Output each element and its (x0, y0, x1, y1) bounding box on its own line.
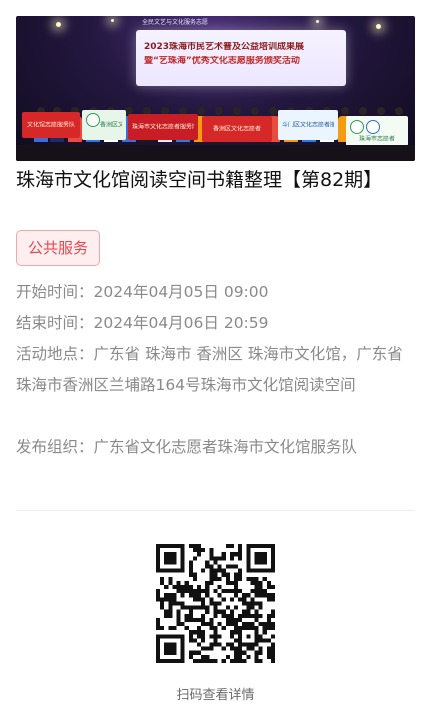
event-card: 全民文艺与文化服务志愿 2023珠海市民艺术普及公益培训成果展 暨“艺珠海”优秀… (0, 0, 431, 722)
start-time: 开始时间：2024年04月05日 09:00 (16, 277, 412, 308)
organizer-value: 广东省文化志愿者珠海市文化馆服务队 (93, 438, 358, 456)
event-title: 珠海市文化馆阅读空间书籍整理【第82期】 (16, 169, 383, 191)
qr-code[interactable] (156, 544, 275, 663)
end-time: 结束时间：2024年04月06日 20:59 (16, 308, 412, 339)
group-banner: 香洲区文化志愿者 (202, 116, 272, 142)
stage-light (376, 24, 381, 29)
screen-caption: 全民文艺与文化服务志愿 (142, 19, 209, 26)
stage-light (316, 20, 319, 23)
end-time-value: 2024年04月06日 20:59 (93, 314, 269, 332)
screen-title: 2023珠海市民艺术普及公益培训成果展 (144, 42, 305, 52)
stage-floor (16, 145, 415, 161)
event-cover-image[interactable]: 全民文艺与文化服务志愿 2023珠海市民艺术普及公益培训成果展 暨“艺珠海”优秀… (16, 16, 415, 161)
end-time-label: 结束时间： (16, 314, 94, 332)
location-label: 活动地点： (16, 345, 94, 363)
qr-code-image (156, 544, 275, 663)
screen-subtitle: 暨“艺珠海”优秀文化志愿服务颁奖活动 (144, 56, 300, 66)
category-tag: 公共服务 (16, 230, 101, 266)
stage-light (111, 19, 114, 22)
qr-caption: 扫码查看详情 (176, 688, 255, 703)
divider (16, 510, 415, 511)
group-flag: 珠海市志愿者 (346, 116, 408, 146)
stage-light (56, 22, 61, 27)
start-time-value: 2024年04月05日 09:00 (93, 283, 269, 301)
group-banner: 珠海市文化志愿者服务队 (128, 114, 198, 140)
start-time-label: 开始时间： (16, 283, 94, 301)
organizer-label: 发布组织： (16, 438, 94, 456)
organizer: 发布组织：广东省文化志愿者珠海市文化馆服务队 (16, 432, 412, 463)
group-banner: 文化馆志愿服务队 (22, 112, 80, 138)
group-flag: 香洲区文化馆 (82, 110, 126, 140)
group-flag: 斗门区文化志愿者服务队 (278, 110, 338, 140)
event-location: 活动地点：广东省 珠海市 香洲区 珠海市文化馆，广东省珠海市香洲区兰埔路164号… (16, 339, 412, 401)
